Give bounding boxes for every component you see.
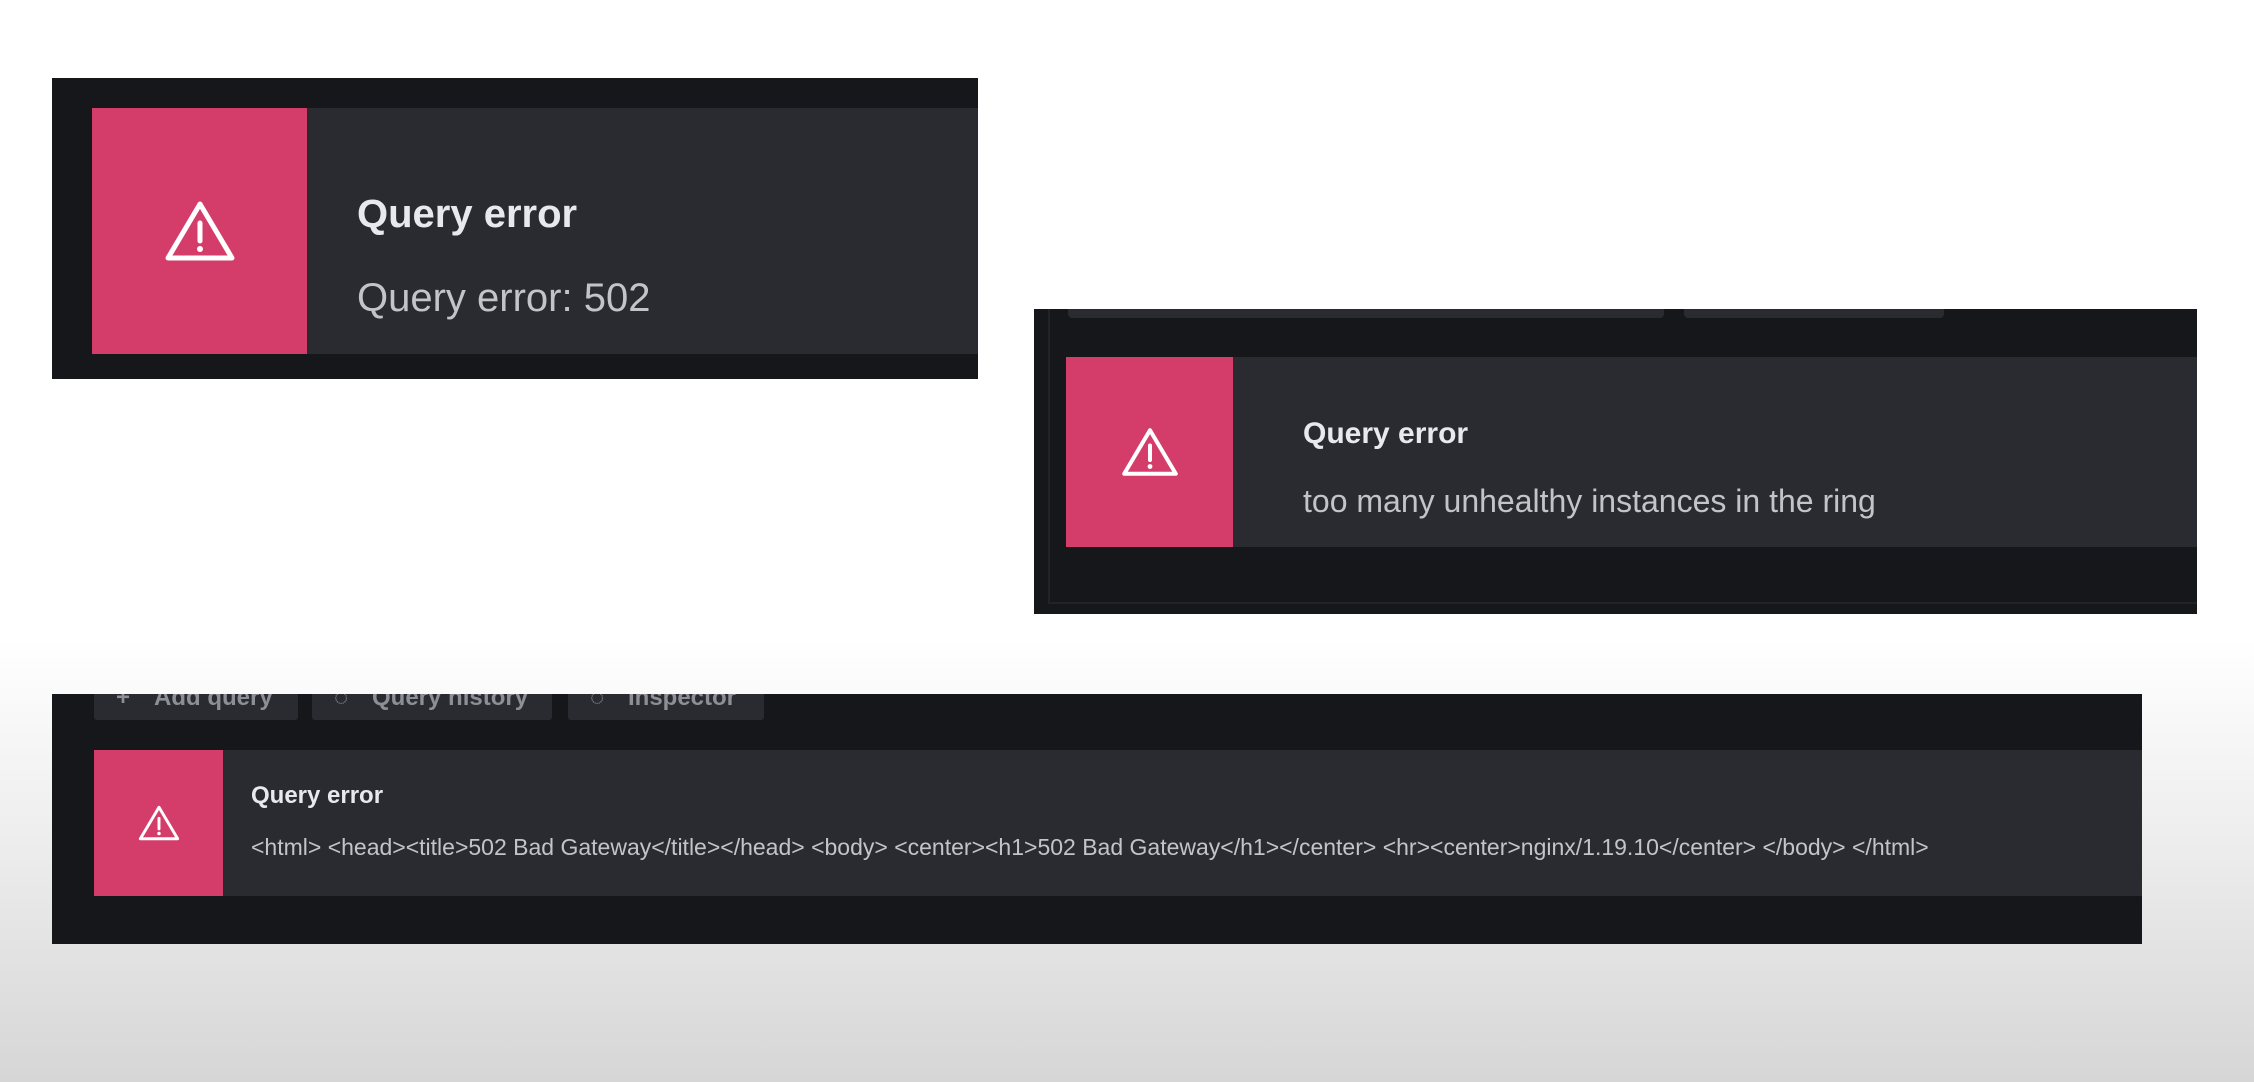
warning-triangle-icon [138, 805, 179, 841]
inspector-button[interactable]: ◌ Inspector [568, 694, 764, 720]
add-query-label: Add query [154, 694, 273, 711]
error-panel-502: Query error Query error: 502 [52, 78, 978, 379]
query-error-alert: Query error too many unhealthy instances… [1066, 357, 2197, 547]
tab-stub [1068, 309, 1366, 318]
alert-message: Query error: 502 [357, 276, 651, 320]
info-icon: ◌ [590, 694, 605, 711]
query-error-alert [94, 750, 2142, 896]
add-query-button[interactable]: + Add query [94, 694, 298, 720]
alert-message: <html> <head><title>502 Bad Gateway</tit… [251, 834, 1929, 860]
warning-triangle-icon [1121, 428, 1178, 476]
error-panel-unhealthy-instances: Query error too many unhealthy instances… [1034, 309, 2197, 614]
alert-icon-box [1066, 357, 1233, 547]
query-history-button[interactable]: ◌ Query history [312, 694, 552, 720]
tab-stub [1354, 309, 1664, 318]
history-icon: ◌ [334, 694, 349, 711]
query-error-alert: Query error Query error: 502 [92, 108, 978, 354]
query-history-label: Query history [372, 694, 529, 711]
alert-title: Query error [357, 192, 578, 236]
alert-title: Query error [1303, 417, 1469, 450]
warning-triangle-icon [165, 201, 234, 261]
alert-title: Query error [251, 782, 384, 809]
plus-icon: + [116, 694, 131, 711]
inspector-label: Inspector [628, 694, 737, 711]
error-panel-bad-gateway: + Add query ◌ Query history ◌ Inspector … [52, 694, 2142, 944]
tab-stub [1684, 309, 1944, 318]
alert-message: too many unhealthy instances in the ring [1303, 483, 1876, 519]
alert-icon-box [92, 108, 307, 354]
alert-icon-box [94, 750, 223, 896]
